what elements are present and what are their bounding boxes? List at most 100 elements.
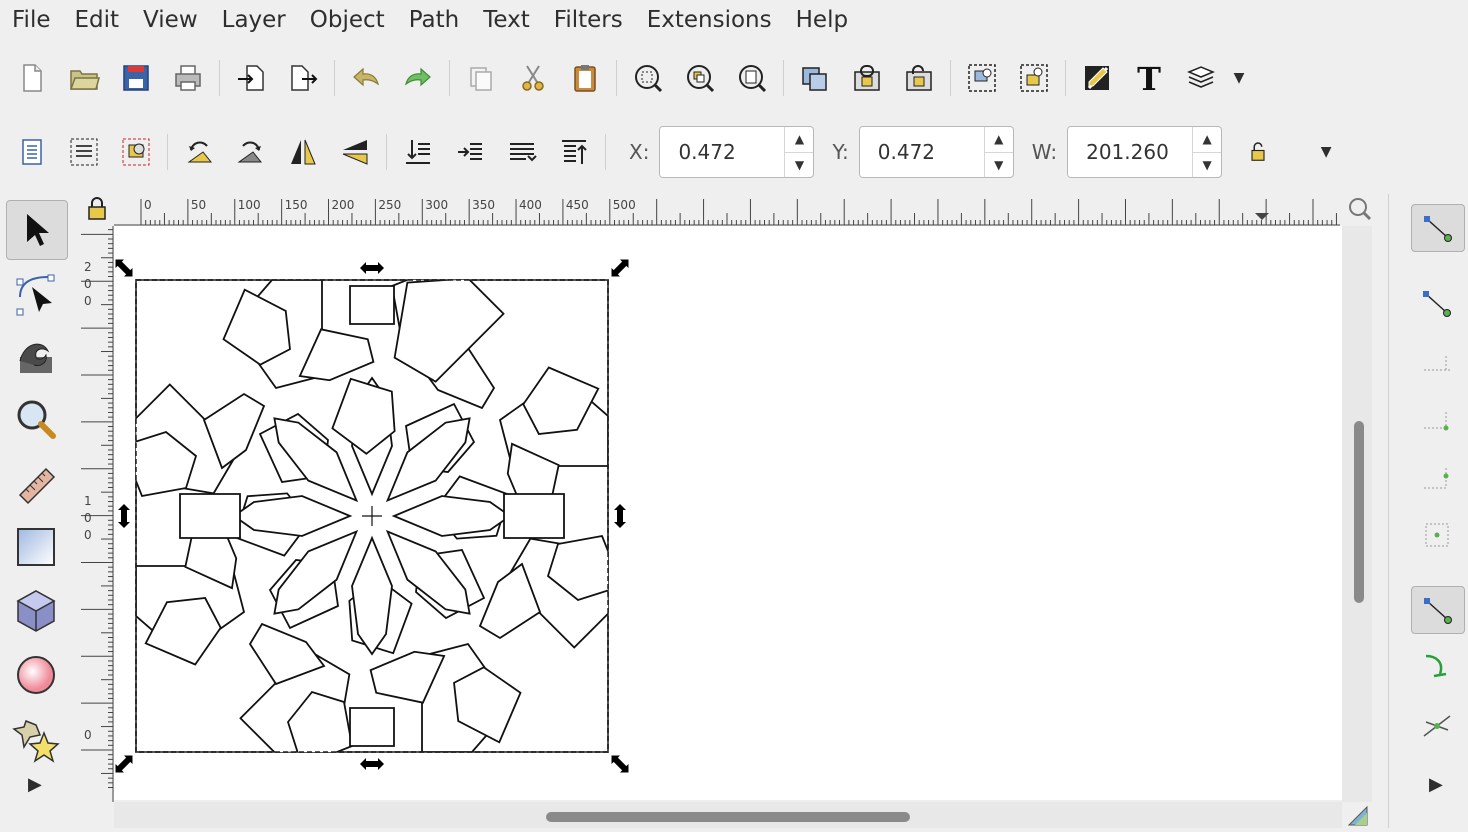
lock-ratio-icon[interactable]	[1232, 128, 1284, 176]
snap-bar-expand-icon[interactable]: ▶	[1429, 774, 1443, 795]
box3d-tool-icon[interactable]	[6, 582, 66, 640]
menu-edit[interactable]: Edit	[63, 0, 132, 40]
scale-handle[interactable]	[114, 255, 137, 280]
vertical-scrollbar[interactable]	[1342, 226, 1372, 802]
lower-to-bottom-icon[interactable]	[392, 128, 444, 176]
vertical-ruler[interactable]: 2 0 0 1 0 0 0	[80, 226, 114, 802]
horizontal-scrollbar[interactable]	[114, 802, 1342, 828]
select-all-layers-icon[interactable]	[58, 128, 110, 176]
scale-handle[interactable]	[607, 751, 632, 776]
raise-to-top-icon[interactable]	[548, 128, 600, 176]
x-decrement-button[interactable]: ▼	[785, 153, 813, 178]
snap-bbox-corners-icon[interactable]	[1411, 396, 1463, 442]
x-input[interactable]	[660, 127, 785, 177]
clone-icon[interactable]	[841, 54, 893, 102]
measure-tool-icon[interactable]	[6, 454, 66, 512]
menu-layer[interactable]: Layer	[210, 0, 298, 40]
drawing-canvas[interactable]	[114, 226, 1342, 800]
redo-icon[interactable]	[392, 54, 444, 102]
menu-path[interactable]: Path	[397, 0, 472, 40]
snap-bbox-edges-icon[interactable]	[1411, 338, 1463, 384]
node-tool-icon[interactable]	[6, 264, 66, 322]
x-spinbox[interactable]: ▲▼	[659, 126, 815, 178]
zoom-selection-icon[interactable]	[622, 54, 674, 102]
open-document-icon[interactable]	[58, 54, 110, 102]
scale-handle[interactable]	[118, 504, 130, 528]
selector-tool-icon[interactable]	[6, 200, 68, 260]
x-increment-button[interactable]: ▲	[785, 127, 814, 153]
menu-file[interactable]: File	[0, 0, 63, 40]
rectangle-tool-icon[interactable]	[6, 518, 66, 576]
save-document-icon[interactable]	[110, 54, 162, 102]
export-icon[interactable]	[277, 54, 329, 102]
y-decrement-button[interactable]: ▼	[985, 153, 1013, 178]
lower-icon[interactable]	[444, 128, 496, 176]
scale-handle[interactable]	[607, 255, 632, 280]
y-spinbox[interactable]: ▲▼	[858, 126, 1014, 178]
unlink-clone-icon[interactable]	[893, 54, 945, 102]
zoom-drawing-icon[interactable]	[674, 54, 726, 102]
horizontal-ruler[interactable]: 0 50 100 150 200 250 300 350 400 450 500	[114, 194, 1340, 226]
v-ruler-label: 1	[84, 494, 92, 508]
import-icon[interactable]	[225, 54, 277, 102]
flip-vertical-icon[interactable]	[329, 128, 381, 176]
scale-handle[interactable]	[114, 751, 137, 776]
zoom-corner-icon[interactable]	[1346, 194, 1376, 224]
color-managed-icon[interactable]	[1346, 804, 1370, 828]
paste-icon[interactable]	[559, 54, 611, 102]
copy-icon[interactable]	[455, 54, 507, 102]
snap-bbox-center-icon[interactable]	[1411, 512, 1463, 558]
scale-handle[interactable]	[360, 262, 384, 274]
w-input[interactable]	[1068, 127, 1193, 177]
snap-bbox-midpoints-icon[interactable]	[1411, 454, 1463, 500]
layers-icon[interactable]	[1175, 54, 1227, 102]
menu-filters[interactable]: Filters	[542, 0, 635, 40]
geometric-pattern[interactable]	[122, 266, 622, 766]
menu-extensions[interactable]: Extensions	[635, 0, 784, 40]
menu-text[interactable]: Text	[471, 0, 542, 40]
rotate-cw-icon[interactable]	[225, 128, 277, 176]
scale-handle[interactable]	[614, 504, 626, 528]
w-decrement-button[interactable]: ▼	[1193, 153, 1221, 178]
toolbar-overflow-icon[interactable]: ▼	[1227, 54, 1251, 102]
y-input[interactable]	[859, 127, 984, 177]
undo-icon[interactable]	[340, 54, 392, 102]
raise-icon[interactable]	[496, 128, 548, 176]
vertical-scroll-thumb[interactable]	[1354, 421, 1364, 603]
fill-stroke-icon[interactable]	[1071, 54, 1123, 102]
cut-icon[interactable]	[507, 54, 559, 102]
menu-help[interactable]: Help	[784, 0, 860, 40]
menu-view[interactable]: View	[131, 0, 210, 40]
menu-object[interactable]: Object	[298, 0, 397, 40]
artwork-svg[interactable]	[114, 226, 1342, 800]
new-document-icon[interactable]	[6, 54, 58, 102]
snap-path-icon[interactable]	[1411, 644, 1463, 690]
text-font-icon[interactable]: T	[1123, 54, 1175, 102]
flip-horizontal-icon[interactable]	[277, 128, 329, 176]
snap-others-icon[interactable]	[1411, 586, 1465, 634]
duplicate-icon[interactable]	[789, 54, 841, 102]
group-icon[interactable]	[956, 54, 1008, 102]
y-increment-button[interactable]: ▲	[984, 127, 1013, 153]
w-spinbox[interactable]: ▲▼	[1067, 126, 1223, 178]
snap-intersection-icon[interactable]	[1411, 702, 1463, 748]
zoom-tool-icon[interactable]	[6, 390, 66, 448]
ungroup-icon[interactable]	[1008, 54, 1060, 102]
deselect-icon[interactable]	[110, 128, 162, 176]
snap-toggle-icon[interactable]	[1411, 204, 1465, 252]
h-ruler-label: 300	[425, 198, 448, 212]
select-all-icon[interactable]	[6, 128, 58, 176]
snap-nodes-icon[interactable]	[1411, 280, 1463, 326]
horizontal-scroll-thumb[interactable]	[546, 812, 910, 822]
toolbox-expand-icon[interactable]: ▶	[28, 774, 42, 795]
tweak-tool-icon[interactable]	[6, 326, 66, 384]
controls-overflow-icon[interactable]: ▼	[1312, 128, 1340, 176]
star-tool-icon[interactable]	[6, 710, 66, 768]
print-icon[interactable]	[162, 54, 214, 102]
zoom-page-icon[interactable]	[726, 54, 778, 102]
ellipse-tool-icon[interactable]	[6, 646, 66, 704]
w-increment-button[interactable]: ▲	[1193, 127, 1222, 153]
ruler-lock-icon[interactable]	[84, 196, 110, 222]
rotate-ccw-icon[interactable]	[173, 128, 225, 176]
scale-handle[interactable]	[360, 758, 384, 770]
